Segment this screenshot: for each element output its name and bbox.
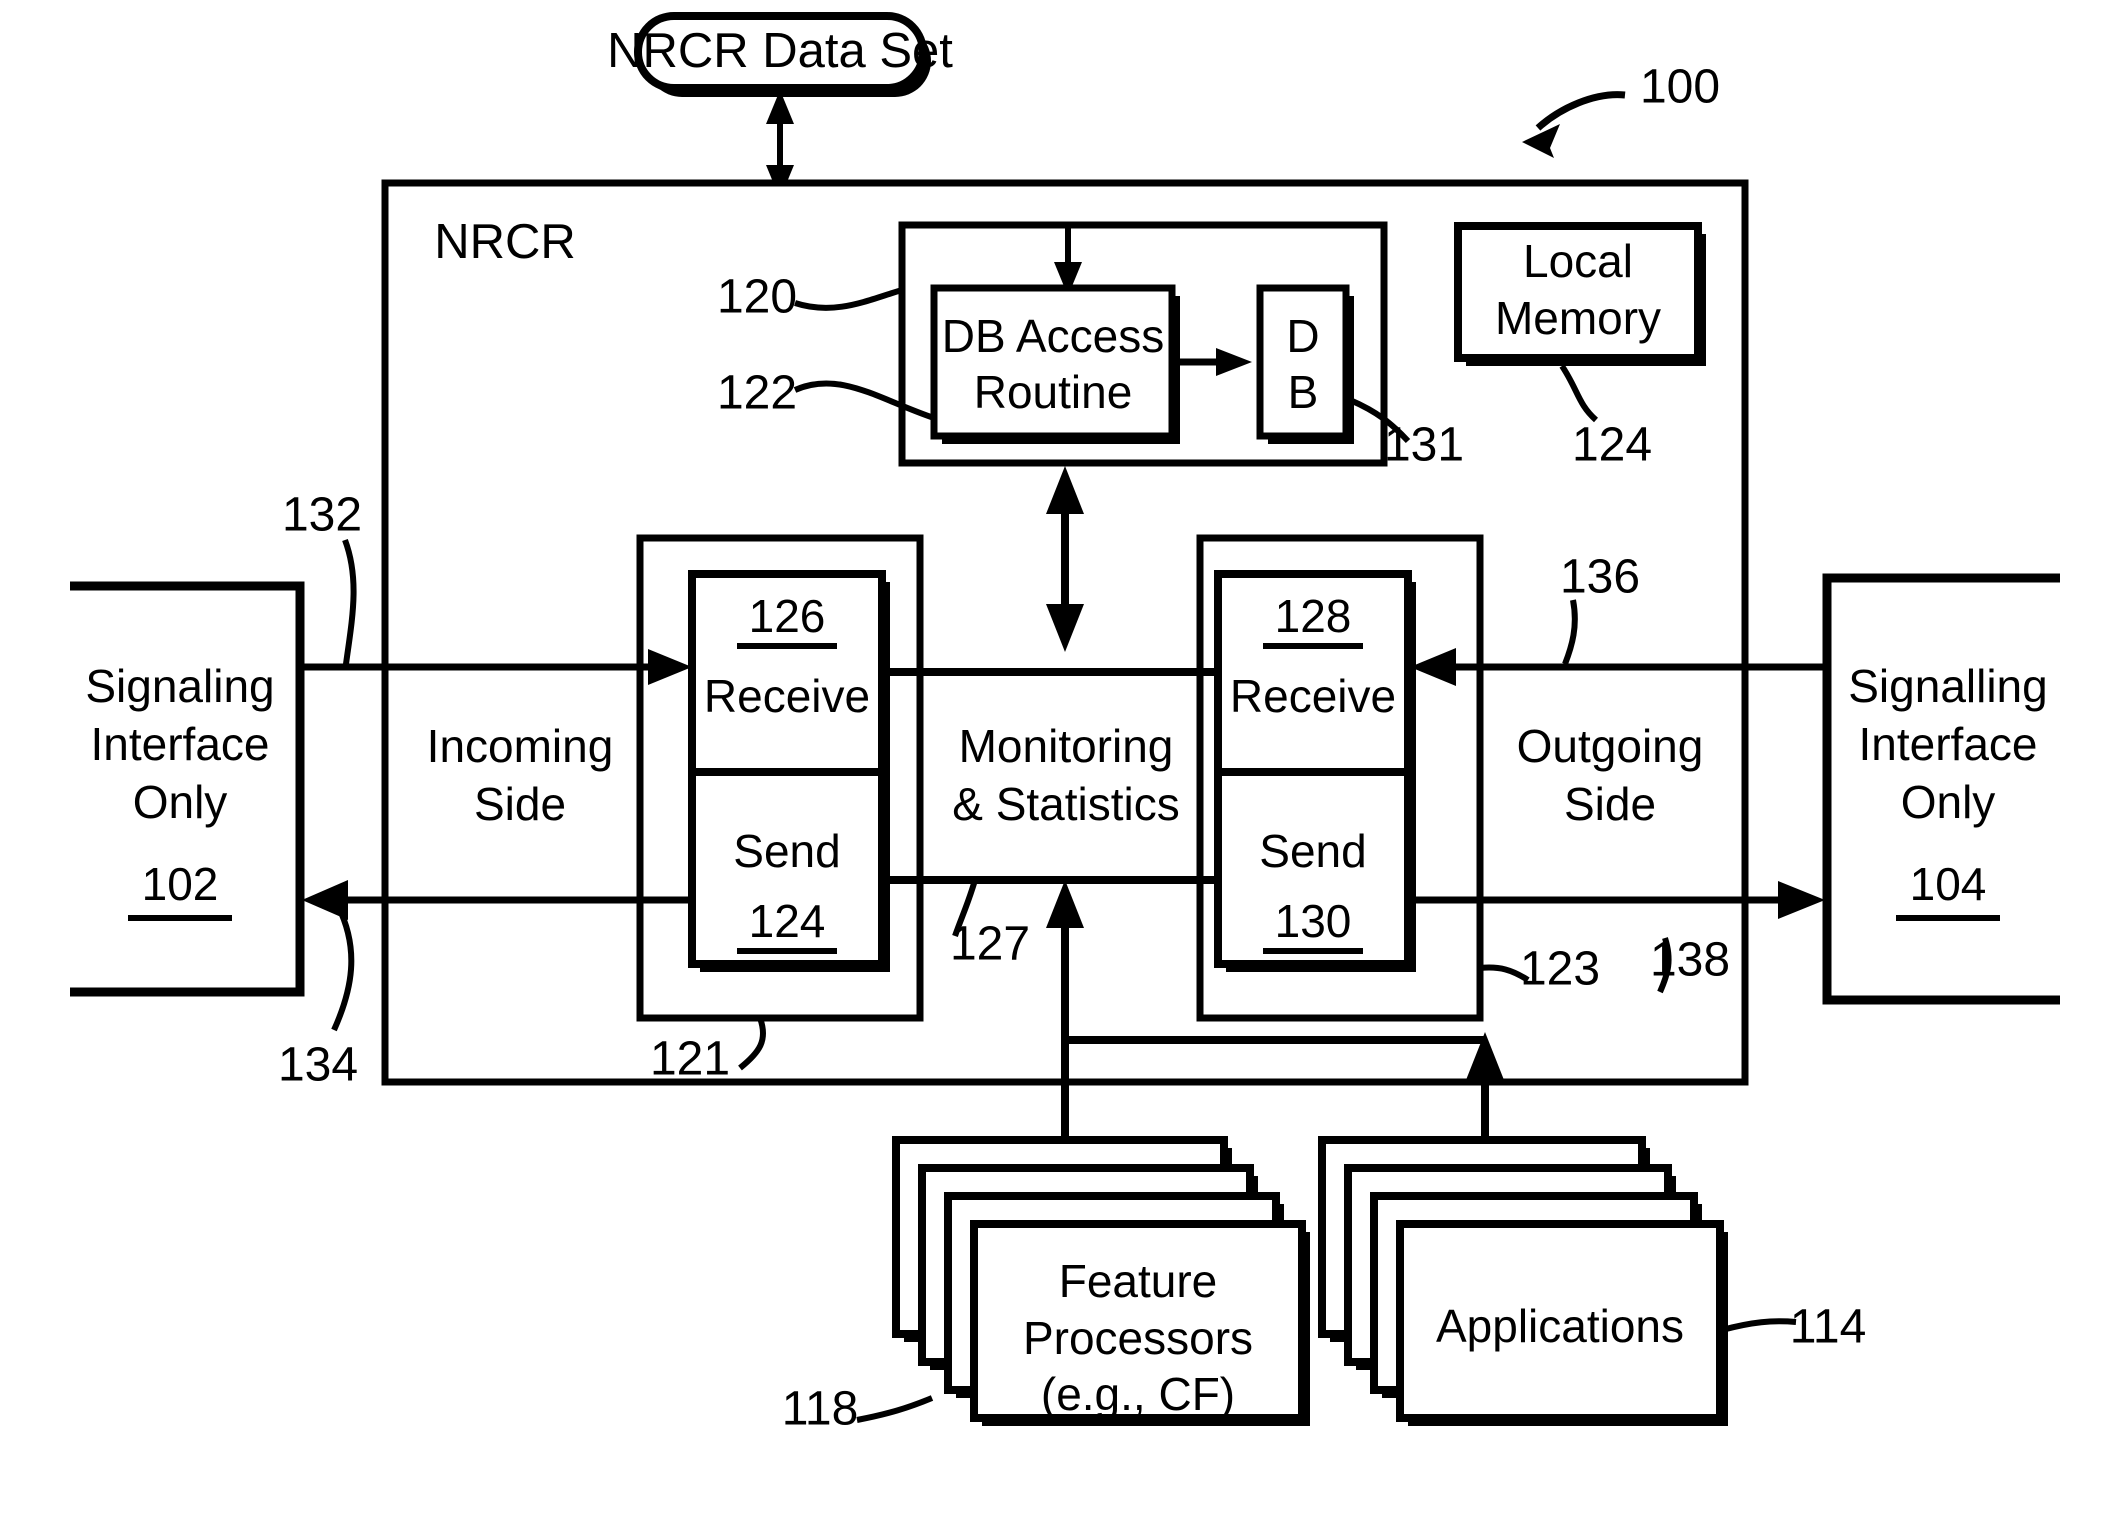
ref-134-label: 134 <box>278 1039 358 1092</box>
db-label-line1: D <box>1286 310 1319 362</box>
left-receive-ref-label: 126 <box>749 590 826 642</box>
right-send-label: Send <box>1259 825 1366 877</box>
feature-processors-stack: Feature Processors (e.g., CF) <box>892 1136 1310 1426</box>
signaling-left-ref-label: 102 <box>142 858 219 910</box>
right-send-ref-label: 130 <box>1275 895 1352 947</box>
signaling-interface-right-box: Signalling Interface Only 104 <box>1822 573 2060 1005</box>
db-access-routine-box: DB Access Routine <box>930 284 1180 444</box>
ref-136-label: 136 <box>1560 551 1640 604</box>
signaling-right-label-line3: Only <box>1901 776 1996 828</box>
incoming-side-label-line1: Incoming <box>427 720 614 772</box>
outgoing-receive-send-box: 128 Receive Send 130 <box>1214 570 1416 972</box>
outgoing-side-label-line2: Side <box>1564 778 1656 830</box>
signaling-right-ref-label: 104 <box>1910 858 1987 910</box>
ref-118-leader: 118 <box>782 1383 934 1436</box>
ref-138-leader: 138 <box>1650 934 1730 994</box>
nrcr-data-set-node: NRCR Data Set <box>607 12 953 97</box>
incoming-side-label-line2: Side <box>474 778 566 830</box>
feature-processors-label-line1: Feature <box>1059 1255 1218 1307</box>
left-send-ref-label: 124 <box>749 895 826 947</box>
applications-label: Applications <box>1436 1300 1684 1352</box>
db-access-routine-label-line1: DB Access <box>942 310 1164 362</box>
figure-ref-100: 100 <box>1522 61 1720 158</box>
ref-120-label: 120 <box>717 271 797 324</box>
nrcr-system-label: NRCR <box>434 215 576 269</box>
ref-118-label: 118 <box>782 1383 859 1436</box>
ref-127-label: 127 <box>950 918 1030 971</box>
monitoring-label-line2: & Statistics <box>952 778 1180 830</box>
db-label-line2: B <box>1288 366 1319 418</box>
outgoing-side-label-line1: Outgoing <box>1517 720 1704 772</box>
db-access-routine-label-line2: Routine <box>974 366 1133 418</box>
db-box: D B <box>1256 284 1354 444</box>
monitoring-label-line1: Monitoring <box>959 720 1174 772</box>
ref-121-label: 121 <box>650 1033 730 1086</box>
signaling-right-label-line2: Interface <box>1859 718 2038 770</box>
nrcr-architecture-diagram: NRCR Data Set 100 NRCR DB Access Routine… <box>70 12 2060 1436</box>
ref-134-leader: 134 <box>278 904 358 1092</box>
ref-123-label: 123 <box>1520 943 1600 996</box>
local-memory-label-line2: Memory <box>1495 292 1661 344</box>
signaling-left-label-line2: Interface <box>91 718 270 770</box>
left-send-label: Send <box>733 825 840 877</box>
figure-ref-100-label: 100 <box>1640 61 1720 114</box>
signaling-interface-left-box: Signaling Interface Only 102 <box>70 581 305 997</box>
applications-stack: Applications <box>1318 1136 1728 1426</box>
ref-132-leader: 132 <box>282 489 362 665</box>
signaling-left-label-line1: Signaling <box>85 660 274 712</box>
right-receive-label: Receive <box>1230 670 1396 722</box>
ref-114-label: 114 <box>1790 1301 1867 1354</box>
left-receive-label: Receive <box>704 670 870 722</box>
ref-131-label: 131 <box>1384 419 1464 472</box>
local-memory-label-line1: Local <box>1523 235 1633 287</box>
nrcr-data-set-label: NRCR Data Set <box>607 24 953 78</box>
patent-figure-page: NRCR Data Set 100 NRCR DB Access Routine… <box>0 0 2127 1528</box>
ref-122-label: 122 <box>717 367 797 420</box>
feature-processors-label-line2: Processors <box>1023 1312 1253 1364</box>
signaling-right-label-line1: Signalling <box>1848 660 2047 712</box>
incoming-receive-send-box: 126 Receive Send 124 <box>688 570 890 972</box>
feature-processors-label-line3: (e.g., CF) <box>1041 1368 1235 1420</box>
ref-114-leader: 114 <box>1721 1301 1867 1354</box>
ref-138-label: 138 <box>1650 934 1730 987</box>
right-receive-ref-label: 128 <box>1275 590 1352 642</box>
local-memory-box: Local Memory <box>1454 222 1706 366</box>
signaling-left-label-line3: Only <box>133 776 228 828</box>
ref-124-memory-label: 124 <box>1572 419 1652 472</box>
ref-132-label: 132 <box>282 489 362 542</box>
